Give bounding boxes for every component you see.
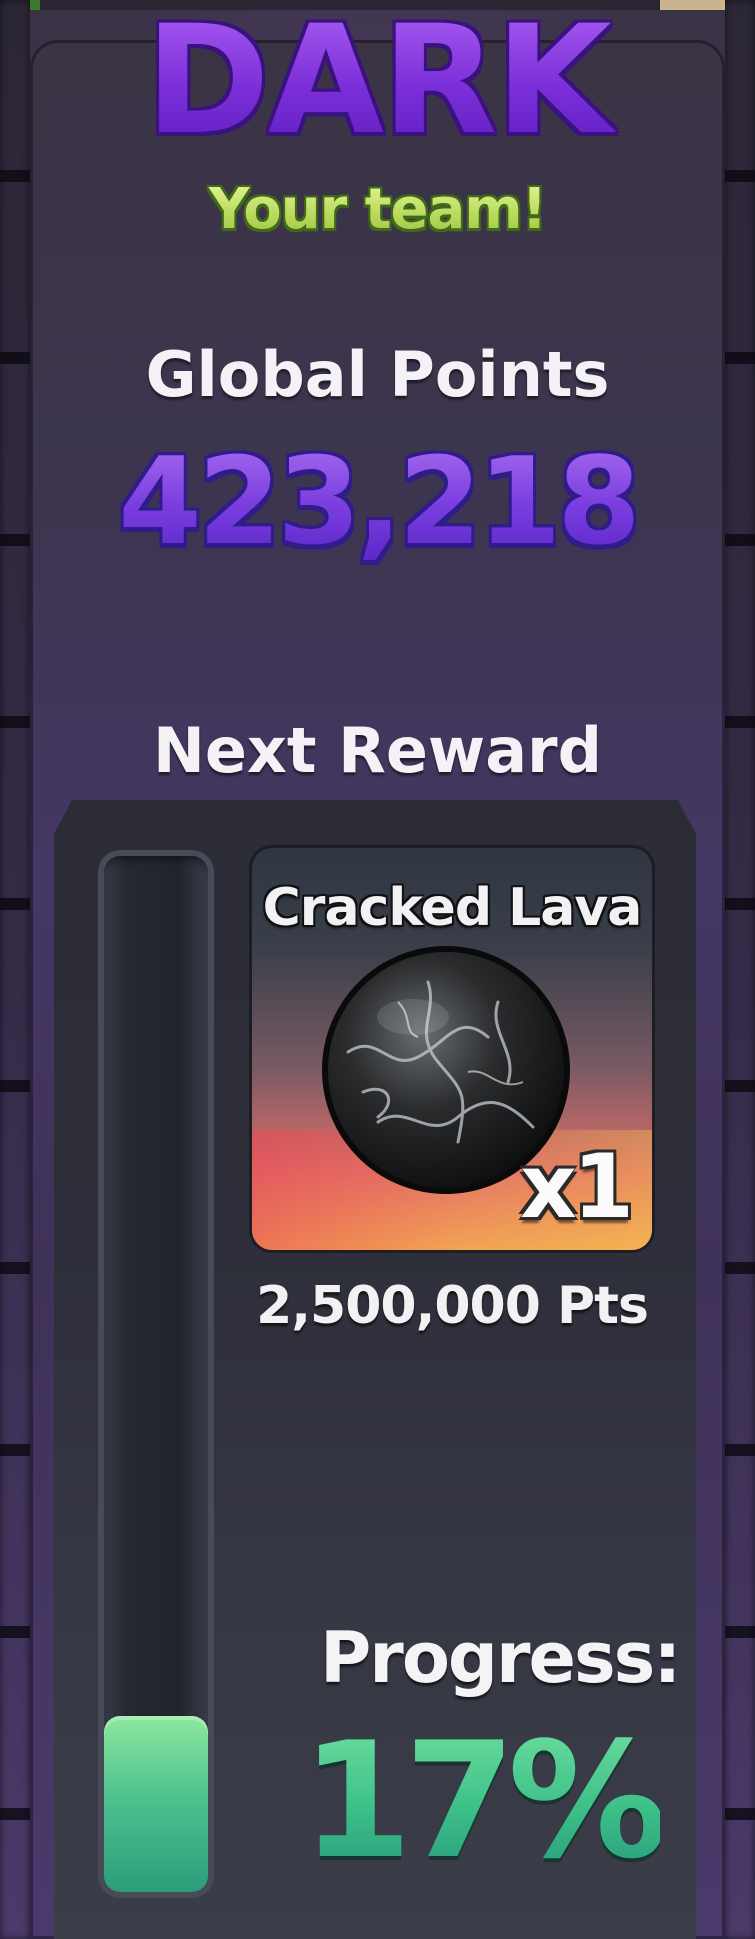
right-frame bbox=[725, 0, 755, 1939]
reward-item-name: Cracked Lava bbox=[262, 878, 643, 938]
team-event-screen: DARK Your team! Global Points 423,218 Ne… bbox=[0, 0, 755, 1939]
progress-label: Progress: bbox=[320, 1617, 681, 1699]
team-name: DARK bbox=[0, 6, 755, 156]
next-reward-label: Next Reward bbox=[152, 714, 602, 787]
reward-card[interactable]: Cracked Lava x1 bbox=[252, 848, 652, 1250]
reward-quantity: x1 bbox=[520, 1135, 634, 1238]
left-frame bbox=[0, 0, 30, 1939]
reward-cost: 2,500,000 Pts bbox=[256, 1276, 649, 1336]
progress-bar bbox=[98, 850, 214, 1898]
progress-bar-fill bbox=[104, 1716, 208, 1892]
team-subtitle: Your team! bbox=[0, 178, 755, 242]
progress-value: 17% bbox=[301, 1707, 668, 1894]
global-points-value: 423,218 bbox=[0, 438, 755, 568]
global-points-label: Global Points bbox=[145, 338, 610, 411]
